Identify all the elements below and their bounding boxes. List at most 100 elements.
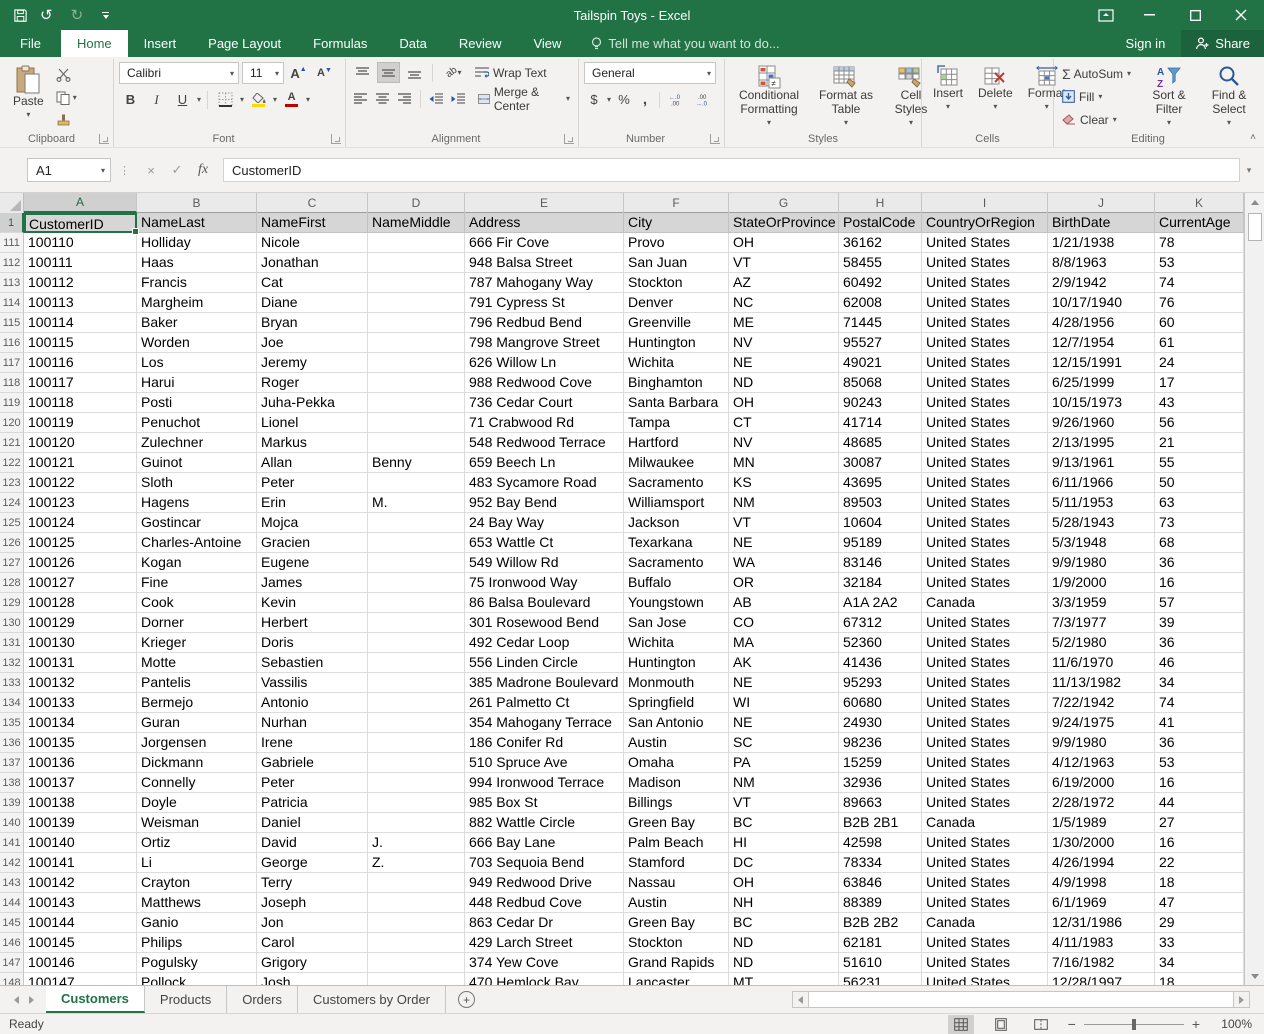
cell[interactable]: NM: [729, 773, 839, 793]
cell[interactable]: 78334: [839, 853, 922, 873]
cell[interactable]: 15259: [839, 753, 922, 773]
cell[interactable]: 18: [1155, 973, 1244, 985]
cell[interactable]: 4/26/1994: [1048, 853, 1155, 873]
cell[interactable]: 100130: [24, 633, 137, 653]
row-header-133[interactable]: 133: [0, 673, 24, 693]
cell[interactable]: 100147: [24, 973, 137, 985]
cell[interactable]: Huntington: [624, 653, 729, 673]
cell[interactable]: 12/15/1991: [1048, 353, 1155, 373]
cell[interactable]: 57: [1155, 593, 1244, 613]
cell[interactable]: HI: [729, 833, 839, 853]
row-header-128[interactable]: 128: [0, 573, 24, 593]
cell[interactable]: 666 Fir Cove: [465, 233, 624, 253]
font-dialog-launcher-icon[interactable]: [331, 134, 341, 144]
column-header-E[interactable]: E: [465, 193, 624, 213]
cell[interactable]: SC: [729, 733, 839, 753]
cell[interactable]: OH: [729, 873, 839, 893]
cell[interactable]: United States: [922, 753, 1048, 773]
cell[interactable]: NameLast: [137, 213, 257, 233]
cell[interactable]: 354 Mahogany Terrace: [465, 713, 624, 733]
cell[interactable]: ND: [729, 933, 839, 953]
cell[interactable]: Nurhan: [257, 713, 368, 733]
cell[interactable]: [368, 653, 465, 673]
cell[interactable]: Guran: [137, 713, 257, 733]
cell[interactable]: United States: [922, 373, 1048, 393]
cell[interactable]: 36: [1155, 733, 1244, 753]
row-header-145[interactable]: 145: [0, 913, 24, 933]
row-header-117[interactable]: 117: [0, 353, 24, 373]
cell[interactable]: 74: [1155, 693, 1244, 713]
cell[interactable]: United States: [922, 713, 1048, 733]
cell[interactable]: OR: [729, 573, 839, 593]
cell[interactable]: 703 Sequoia Bend: [465, 853, 624, 873]
cell[interactable]: J.: [368, 833, 465, 853]
zoom-level[interactable]: 100%: [1214, 1017, 1252, 1031]
cell[interactable]: Posti: [137, 393, 257, 413]
cell[interactable]: 47: [1155, 893, 1244, 913]
cell[interactable]: 8/8/1963: [1048, 253, 1155, 273]
cell[interactable]: 666 Bay Lane: [465, 833, 624, 853]
cell[interactable]: Matthews: [137, 893, 257, 913]
cell[interactable]: 9/9/1980: [1048, 733, 1155, 753]
cell[interactable]: 863 Cedar Dr: [465, 913, 624, 933]
cell[interactable]: 994 Ironwood Terrace: [465, 773, 624, 793]
cell[interactable]: 7/16/1982: [1048, 953, 1155, 973]
merge-center-button[interactable]: Merge & Center ▾: [475, 88, 573, 109]
page-layout-view-button[interactable]: [988, 1015, 1014, 1034]
redo-button[interactable]: ↻▾: [66, 2, 95, 28]
cell[interactable]: [368, 333, 465, 353]
cell[interactable]: 62008: [839, 293, 922, 313]
cell[interactable]: 549 Willow Rd: [465, 553, 624, 573]
comma-style-icon[interactable]: ,: [637, 89, 653, 110]
cell[interactable]: 24: [1155, 353, 1244, 373]
insert-cells-button[interactable]: Insert ▾: [927, 62, 969, 114]
cell[interactable]: 22: [1155, 853, 1244, 873]
cell[interactable]: 49021: [839, 353, 922, 373]
row-header-148[interactable]: 148: [0, 973, 24, 985]
cell[interactable]: 100110: [24, 233, 137, 253]
cell[interactable]: 71445: [839, 313, 922, 333]
cell[interactable]: [368, 513, 465, 533]
cell[interactable]: 374 Yew Cove: [465, 953, 624, 973]
cell[interactable]: Lionel: [257, 413, 368, 433]
increase-indent-icon[interactable]: [449, 88, 468, 109]
row-header-139[interactable]: 139: [0, 793, 24, 813]
cell[interactable]: [368, 893, 465, 913]
cell[interactable]: 1/21/1938: [1048, 233, 1155, 253]
cell[interactable]: Joseph: [257, 893, 368, 913]
cell[interactable]: 42598: [839, 833, 922, 853]
row-header-147[interactable]: 147: [0, 953, 24, 973]
cell[interactable]: Philips: [137, 933, 257, 953]
cell[interactable]: 791 Cypress St: [465, 293, 624, 313]
scroll-up-icon[interactable]: [1245, 193, 1264, 211]
sheet-tab-customers-by-order[interactable]: Customers by Order: [298, 986, 446, 1013]
row-header-140[interactable]: 140: [0, 813, 24, 833]
cell[interactable]: Milwaukee: [624, 453, 729, 473]
cell[interactable]: Diane: [257, 293, 368, 313]
cell[interactable]: 100120: [24, 433, 137, 453]
increase-font-size-icon[interactable]: A▲: [287, 63, 310, 84]
cell[interactable]: 61: [1155, 333, 1244, 353]
cell[interactable]: 95189: [839, 533, 922, 553]
cell[interactable]: [368, 533, 465, 553]
align-left-icon[interactable]: [351, 88, 370, 109]
cell[interactable]: 100115: [24, 333, 137, 353]
row-header-119[interactable]: 119: [0, 393, 24, 413]
cell[interactable]: Youngstown: [624, 593, 729, 613]
cell[interactable]: Gracien: [257, 533, 368, 553]
cell[interactable]: 301 Rosewood Bend: [465, 613, 624, 633]
cell[interactable]: United States: [922, 613, 1048, 633]
cell[interactable]: KS: [729, 473, 839, 493]
cell[interactable]: Weisman: [137, 813, 257, 833]
cell[interactable]: 24 Bay Way: [465, 513, 624, 533]
row-header-113[interactable]: 113: [0, 273, 24, 293]
cell[interactable]: 100123: [24, 493, 137, 513]
cell[interactable]: [368, 573, 465, 593]
cell[interactable]: 90243: [839, 393, 922, 413]
cell[interactable]: 736 Cedar Court: [465, 393, 624, 413]
cell[interactable]: 68: [1155, 533, 1244, 553]
cell[interactable]: Pogulsky: [137, 953, 257, 973]
next-sheet-icon[interactable]: [29, 996, 34, 1004]
cell[interactable]: United States: [922, 333, 1048, 353]
cell[interactable]: [368, 353, 465, 373]
